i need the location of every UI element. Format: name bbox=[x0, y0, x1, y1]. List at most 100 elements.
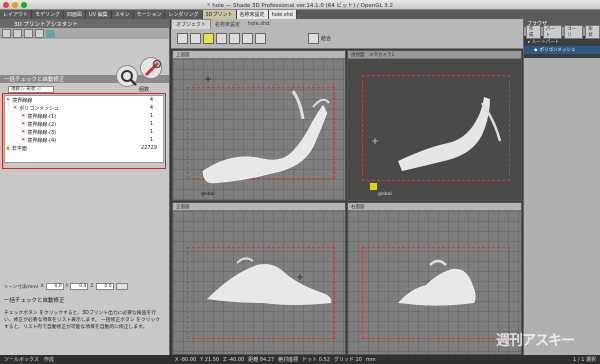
tool-button-4[interactable] bbox=[35, 29, 44, 38]
browser-tab-create[interactable]: 作成 bbox=[526, 24, 541, 39]
view-icon-1[interactable] bbox=[216, 32, 227, 44]
window-controls bbox=[3, 2, 27, 8]
tab-four-view[interactable]: 四面図 bbox=[64, 10, 87, 19]
tree-row[interactable]: ✕ 境界線線-(2) 1 bbox=[5, 120, 163, 128]
mesh-icon: ◆ bbox=[534, 47, 538, 53]
tab-rendering[interactable]: レンダリング bbox=[165, 10, 203, 19]
tool-button-1[interactable] bbox=[2, 29, 11, 38]
warning-icon: ▲ bbox=[6, 145, 10, 151]
panel-toolbar bbox=[0, 28, 169, 39]
tree-item-label: ルートパート bbox=[532, 40, 560, 45]
browser-tab-part[interactable]: パート bbox=[542, 24, 562, 39]
tool-active-icon[interactable] bbox=[203, 32, 214, 44]
tree-row[interactable]: ✕ 境界線線-(1) 1 bbox=[5, 112, 163, 120]
filter-select[interactable]: 項目 ▷ 形状 ◁ bbox=[8, 85, 54, 93]
grid-size: グリッド 10 bbox=[333, 357, 362, 363]
viewport-perspective[interactable]: 透視図 メタカメラ1 global bbox=[347, 50, 522, 201]
zoom-button[interactable] bbox=[21, 2, 27, 8]
tree-label: 境界線線-(1) bbox=[27, 113, 57, 120]
tab-3d-print[interactable]: 3Dプリント bbox=[202, 10, 237, 19]
x-label: X bbox=[40, 284, 44, 289]
magnifier-icon bbox=[121, 70, 137, 86]
error-icon: ✕ bbox=[21, 129, 26, 135]
status-bar: ツールボックス 作成 X -80.00 Y 21.50 Z -40.00 距離 … bbox=[0, 355, 600, 364]
browser-panel: ブラウザ 作成 パート ゴーリ 形状 ▸ ルートパート ◆ ポリゴンメッシュ bbox=[523, 19, 600, 355]
view-icon-2[interactable] bbox=[229, 32, 240, 44]
tree-count: 4 bbox=[149, 105, 153, 111]
apply-size-button[interactable] bbox=[115, 283, 128, 290]
absolute-coords: 絶対座標 bbox=[278, 357, 299, 363]
tab-object[interactable]: オブジェクト bbox=[171, 19, 212, 29]
axis-label: global bbox=[201, 192, 215, 197]
tree-count: 1 bbox=[149, 121, 153, 127]
tool-button-3[interactable] bbox=[24, 29, 33, 38]
viewport-top[interactable]: 上面図 global bbox=[172, 50, 346, 201]
cube-icon[interactable] bbox=[46, 29, 55, 38]
tree-item-root[interactable]: ▸ ルートパート bbox=[524, 38, 600, 46]
tree-count: 1 bbox=[149, 113, 153, 119]
tree-label: 非平面 bbox=[11, 145, 27, 152]
document-icon: x bbox=[206, 1, 211, 8]
tree-row[interactable]: ✕ 境界線線-(4) 1 bbox=[5, 136, 163, 144]
issue-tree: ✕ 境界線線 4 ✕ ポリゴンメッシュ 4 ✕ 境界線線-(1) 1 ✕ 境界線… bbox=[4, 95, 164, 163]
panel-title: 3D プリントアシスタント bbox=[0, 19, 169, 28]
tree-label: 境界線線-(2) bbox=[27, 121, 57, 128]
tab-motion[interactable]: モーション bbox=[134, 10, 166, 19]
tree-label: 境界線線-(3) bbox=[27, 129, 57, 136]
selection-count: 1 / 1 選択 bbox=[573, 357, 596, 363]
browser-tab-group[interactable]: ゴーリ bbox=[564, 24, 584, 39]
coord-y: Y 21.50 bbox=[200, 356, 220, 363]
toolbar-buttons: 結合 bbox=[171, 29, 523, 47]
help-text: チェックボタン をクリックすると、3Dプリント出力に必要な検査を行い、修正が必要… bbox=[4, 311, 161, 330]
tool-button-2[interactable] bbox=[13, 29, 22, 38]
tab-hole-file[interactable]: hole.shd bbox=[268, 10, 297, 19]
combine-control[interactable]: 結合 bbox=[308, 32, 332, 44]
tree-row[interactable]: ✕ 境界線線-(3) 1 bbox=[5, 128, 163, 136]
toolbox-status: ツールボックス 作成 bbox=[4, 357, 54, 363]
workspace-tabbar: レイアウト モデリング 四面図 UV 編集 スキン モーション レンダリング 3… bbox=[0, 10, 600, 19]
tree-item-mesh[interactable]: ◆ ポリゴンメッシュ bbox=[524, 46, 600, 54]
viewport-front[interactable]: 正面図 bbox=[172, 202, 346, 355]
camera-icon[interactable] bbox=[190, 32, 201, 44]
tab-layout[interactable]: レイアウト bbox=[0, 10, 33, 19]
main-toolbar: オブジェクト 名称未設定 hole.shd 結合 bbox=[171, 19, 523, 49]
check-button[interactable] bbox=[116, 65, 138, 87]
grid-icon[interactable] bbox=[177, 32, 188, 44]
watermark: 週刊アスキー bbox=[496, 333, 575, 349]
combine-label: 結合 bbox=[321, 35, 332, 42]
tree-count: 1 bbox=[149, 129, 153, 135]
tree-row[interactable]: ▲ 非平面 22729 bbox=[5, 144, 163, 152]
tab-untitled-doc[interactable]: 名称未設定 bbox=[211, 19, 244, 29]
coord-z: Z -40.00 bbox=[223, 356, 245, 363]
tree-row[interactable]: ✕ ポリゴンメッシュ 4 bbox=[5, 104, 163, 112]
browser-tabs: 作成 パート ゴーリ 形状 bbox=[524, 24, 600, 39]
browser-tab-shape[interactable]: 形状 bbox=[585, 24, 600, 39]
y-label: Y bbox=[65, 284, 69, 289]
render-icon[interactable] bbox=[255, 32, 266, 44]
tree-count: 4 bbox=[149, 97, 153, 103]
error-icon: ✕ bbox=[13, 105, 18, 111]
view-icon-3[interactable] bbox=[242, 32, 253, 44]
auto-fix-button[interactable] bbox=[140, 57, 162, 79]
x-field[interactable]: 0.0 bbox=[45, 283, 64, 290]
tab-hole-doc[interactable]: hole.shd bbox=[244, 19, 273, 29]
tab-skin[interactable]: スキン bbox=[112, 10, 134, 19]
wrench-icon bbox=[144, 59, 162, 77]
tree-item-label: ポリゴンメッシュ bbox=[539, 48, 576, 53]
tree-row[interactable]: ✕ 境界線線 4 bbox=[5, 96, 163, 104]
help-title: 一括チェックと自動修正 bbox=[4, 298, 65, 304]
tab-untitled[interactable]: 名称未設定 bbox=[236, 10, 269, 19]
tree-label: 境界線線-(4) bbox=[27, 137, 57, 144]
error-icon: ✕ bbox=[21, 121, 26, 127]
error-icon: ✕ bbox=[6, 97, 11, 103]
tab-modeling[interactable]: モデリング bbox=[32, 10, 65, 19]
close-button[interactable] bbox=[3, 2, 9, 8]
scene-size-row: シーン寸法(mm) X 0.0 Y 0.0 Z 0.0 bbox=[4, 283, 128, 290]
minimize-button[interactable] bbox=[12, 2, 18, 8]
y-field[interactable]: 0.0 bbox=[70, 283, 89, 290]
tab-uv-edit[interactable]: UV 編集 bbox=[86, 10, 112, 19]
z-field[interactable]: 0.0 bbox=[95, 283, 114, 290]
unit[interactable]: mm bbox=[366, 357, 376, 363]
axis-label: global bbox=[378, 192, 392, 197]
tree-label: 境界線線 bbox=[12, 97, 33, 104]
